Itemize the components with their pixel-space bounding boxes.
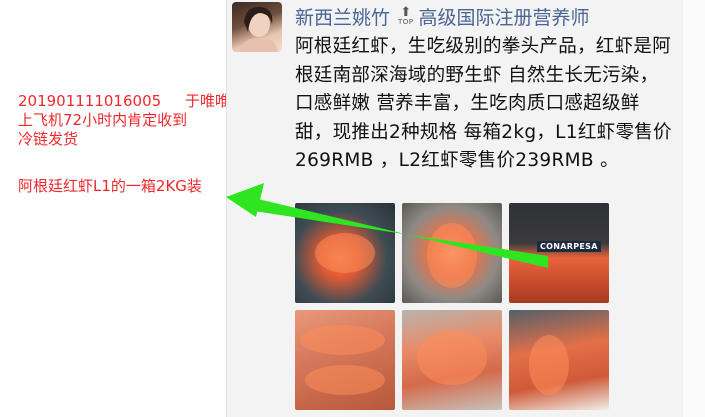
- post-body-text: 阿根廷红虾，生吃级别的拳头产品，红虾是阿根廷南部深海域的野生虾 自然生长无污染，…: [295, 36, 672, 171]
- author-title: 高级国际注册营养师: [418, 6, 590, 29]
- top-badge-label: TOP: [398, 18, 414, 26]
- annotation-recipient: 于唯唯: [185, 92, 231, 110]
- annotation-line-1: 201901111016005 于唯唯: [18, 92, 253, 111]
- shrimp-photo-2[interactable]: [402, 203, 502, 303]
- shrimp-photo-4[interactable]: [295, 310, 395, 410]
- right-margin: [683, 0, 705, 417]
- avatar-portrait-icon: [240, 6, 278, 52]
- moments-post: 新西兰姚竹 ⬆ TOP 高级国际注册营养师 阿根廷红虾，生吃级别的拳头产品，红虾…: [226, 0, 684, 417]
- shrimp-photo-1[interactable]: [295, 203, 395, 303]
- shrimp-photo-5[interactable]: [402, 310, 502, 410]
- annotation-text: 201901111016005 于唯唯 上飞机72小时内肯定收到 冷链发货 阿根…: [18, 92, 253, 196]
- brand-label: CONARPESA: [537, 241, 601, 252]
- photo-grid: CONARPESA: [295, 203, 609, 413]
- annotation-line-4: 阿根廷红虾L1的一箱2KG装: [18, 177, 202, 195]
- post-header: 新西兰姚竹 ⬆ TOP 高级国际注册营养师: [295, 2, 590, 30]
- annotation-line-3: 冷链发货: [18, 130, 79, 148]
- annotation-line-2: 上飞机72小时内肯定收到: [18, 111, 188, 129]
- avatar[interactable]: [232, 2, 282, 52]
- order-number: 201901111016005: [18, 92, 162, 110]
- author-name[interactable]: 新西兰姚竹: [295, 3, 390, 30]
- shrimp-photo-6[interactable]: [509, 310, 609, 410]
- top-badge: ⬆ TOP: [398, 6, 414, 26]
- shrimp-photo-3[interactable]: CONARPESA: [509, 203, 609, 303]
- screenshot-root: 201901111016005 于唯唯 上飞机72小时内肯定收到 冷链发货 阿根…: [0, 0, 705, 417]
